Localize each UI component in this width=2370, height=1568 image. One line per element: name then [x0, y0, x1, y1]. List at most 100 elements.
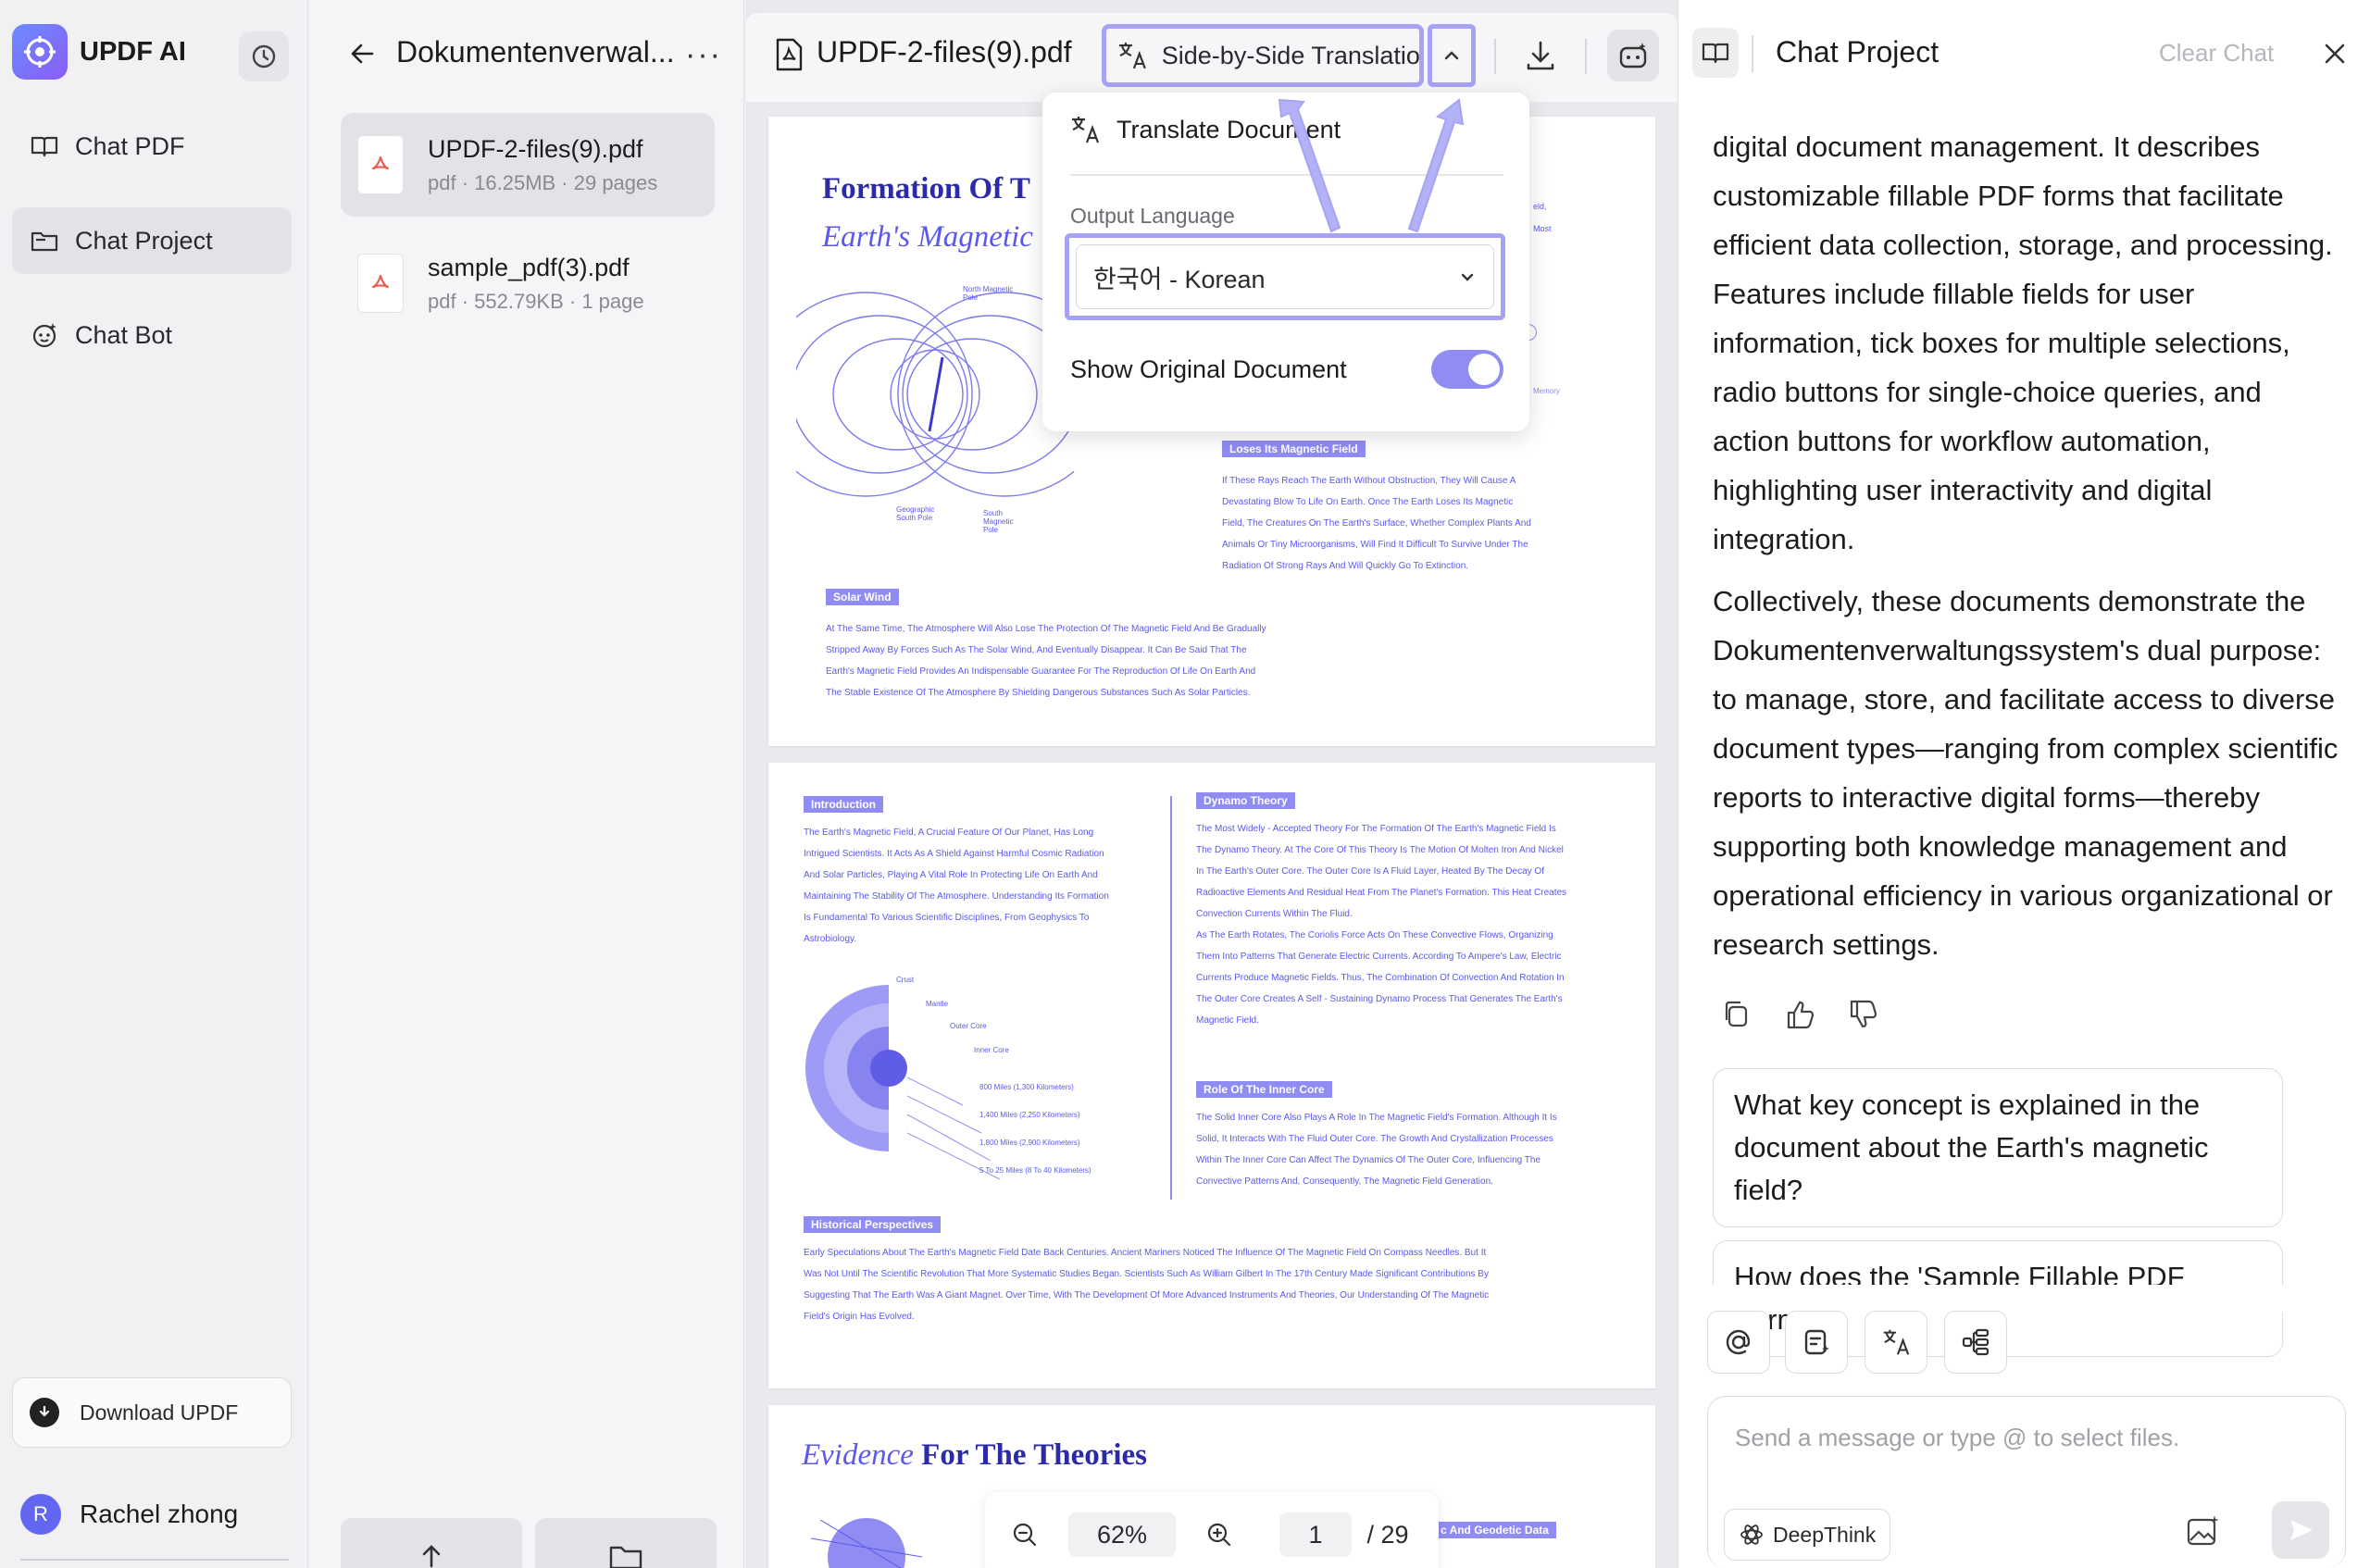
- message-paragraph: digital document management. It describe…: [1713, 131, 2333, 555]
- back-arrow-icon[interactable]: [346, 37, 380, 70]
- section-tag: Role Of The Inner Core: [1196, 1081, 1332, 1098]
- pdf-file-icon: [357, 254, 404, 313]
- show-original-toggle[interactable]: [1431, 350, 1503, 389]
- translate-document-label: Translate Document: [1116, 115, 1341, 143]
- figure-label: Geographic South Pole: [896, 505, 935, 522]
- ai-assistant-button[interactable]: [1607, 30, 1659, 81]
- zoom-out-icon: [1013, 1523, 1037, 1547]
- send-button[interactable]: [2272, 1501, 2329, 1559]
- translate-icon: [1118, 43, 1146, 69]
- section-tag: Dynamo Theory: [1196, 792, 1295, 809]
- translate-icon: [1883, 1329, 1910, 1355]
- column-divider: [1170, 796, 1172, 1200]
- translation-options-toggle[interactable]: [1428, 24, 1476, 87]
- toggle-knob: [1468, 354, 1500, 385]
- figure-label: South Magnetic Pole: [983, 509, 1014, 534]
- depth-label: 800 Miles (1,300 Kilometers): [979, 1083, 1074, 1091]
- download-updf-button[interactable]: Download UPDF: [12, 1377, 292, 1448]
- language-value: 한국어 - Korean: [1093, 265, 1266, 293]
- add-folder-button[interactable]: [535, 1518, 717, 1568]
- file-meta: pdf · 552.79KB · 1 page: [428, 289, 644, 313]
- upload-button[interactable]: [341, 1518, 522, 1568]
- section-tag: Solar Wind: [826, 589, 899, 605]
- divider: [1585, 39, 1587, 74]
- history-button[interactable]: [239, 31, 289, 81]
- divider: [20, 1559, 289, 1561]
- file-name: sample_pdf(3).pdf: [428, 253, 630, 281]
- leader-lines: [907, 1077, 1001, 1179]
- page-number-input[interactable]: 1: [1279, 1512, 1352, 1557]
- side-text: Most: [1533, 224, 1552, 233]
- section-text: The Earth's Magnetic Field, A Crucial Fe…: [804, 828, 1109, 944]
- project-title: Dokumentenverwal...: [396, 35, 675, 68]
- section-tag: Loses Its Magnetic Field: [1222, 441, 1366, 457]
- user-name: Rachel zhong: [80, 1500, 239, 1528]
- file-item[interactable]: sample_pdf(3).pdfpdf · 552.79KB · 1 page: [341, 231, 715, 335]
- toggle-document-button[interactable]: [1692, 28, 1739, 78]
- zoom-out-button[interactable]: [1000, 1512, 1050, 1557]
- more-options-button[interactable]: ···: [685, 37, 722, 73]
- thumbs-down-icon[interactable]: [1844, 996, 1881, 1033]
- zoom-in-button[interactable]: [1194, 1512, 1244, 1557]
- section-tag: c And Geodetic Data: [1433, 1522, 1556, 1538]
- magnetic-field-diagram: [796, 292, 1074, 497]
- send-icon: [2290, 1520, 2313, 1540]
- depth-label: 1,800 Miles (2,900 Kilometers): [979, 1139, 1080, 1147]
- mind-map-icon: [1962, 1328, 1990, 1356]
- zoom-level[interactable]: 62%: [1068, 1512, 1176, 1557]
- output-language-select[interactable]: 한국어 - Korean: [1076, 244, 1494, 309]
- translate-document-option[interactable]: Translate Document: [1068, 113, 1341, 146]
- page-total: / 29: [1366, 1520, 1409, 1549]
- ai-chat-icon: [1619, 43, 1647, 68]
- at-sign-icon: [1726, 1329, 1751, 1355]
- mind-map-button[interactable]: [1944, 1311, 2007, 1374]
- folder-icon: [609, 1546, 642, 1568]
- image-upload-icon[interactable]: [2185, 1512, 2222, 1549]
- thumbs-up-icon[interactable]: [1781, 996, 1818, 1033]
- divider: [1752, 35, 1753, 72]
- clear-chat-button[interactable]: Clear Chat: [2159, 39, 2274, 68]
- copy-icon[interactable]: [1718, 996, 1755, 1033]
- chevron-down-icon: [1461, 273, 1474, 281]
- pdf-page: Introduction The Earth's Magnetic Field,…: [768, 763, 1655, 1388]
- history-icon: [252, 44, 276, 68]
- folder-icon: [31, 231, 58, 252]
- file-item[interactable]: UPDF-2-files(9).pdf pdf · 16.25MB · 29 pa…: [341, 113, 715, 217]
- chevron-up-icon: [1444, 51, 1459, 60]
- assistant-message: digital document management. It describe…: [1713, 122, 2344, 982]
- document-sparkle-icon: [1804, 1329, 1829, 1355]
- bot-icon: [32, 323, 56, 348]
- nav-chat-pdf[interactable]: Chat PDF: [12, 113, 292, 180]
- side-by-side-translation-button[interactable]: Side-by-Side Translation: [1102, 24, 1424, 87]
- section-text: Early Speculations About The Earth's Mag…: [804, 1248, 1490, 1322]
- section-tag: Historical Perspectives: [804, 1216, 942, 1233]
- translate-button[interactable]: [1865, 1311, 1927, 1374]
- nav-chat-bot[interactable]: Chat Bot: [12, 302, 292, 368]
- page-subtitle: Earth's Magnetic: [822, 220, 1033, 254]
- mention-button[interactable]: [1707, 1311, 1770, 1374]
- side-text: Memory: [1533, 387, 1560, 395]
- translate-icon: [1072, 117, 1100, 143]
- nav-chat-project[interactable]: Chat Project: [12, 207, 292, 274]
- download-icon[interactable]: [1522, 37, 1559, 74]
- document-name: UPDF-2-files(9).pdf: [817, 35, 1072, 68]
- nav-label: Chat PDF: [75, 131, 185, 160]
- chat-title: Chat Project: [1776, 35, 1940, 68]
- page-title: Formation Of T: [822, 172, 1030, 205]
- layer-label: Crust: [896, 976, 915, 984]
- user-profile[interactable]: R Rachel zhong: [20, 1494, 238, 1535]
- book-open-icon: [31, 136, 58, 157]
- show-original-label: Show Original Document: [1070, 355, 1347, 383]
- pdf-file-icon: [357, 135, 404, 194]
- depth-label: 5 To 25 Miles (8 To 40 Kilometers): [979, 1166, 1091, 1175]
- download-icon: [30, 1398, 59, 1427]
- summarize-button[interactable]: [1785, 1311, 1848, 1374]
- book-open-icon: [1702, 43, 1729, 64]
- deepthink-label: DeepThink: [1773, 1522, 1877, 1547]
- close-icon[interactable]: [2320, 39, 2350, 68]
- suggested-question[interactable]: What key concept is explained in the doc…: [1713, 1068, 2283, 1227]
- section-text: If These Rays Reach The Earth Without Ob…: [1222, 476, 1531, 571]
- deepthink-toggle[interactable]: DeepThink: [1724, 1509, 1890, 1561]
- depth-label: 1,400 Miles (2,250 Kilometers): [979, 1111, 1080, 1119]
- layer-label: Outer Core: [950, 1022, 987, 1030]
